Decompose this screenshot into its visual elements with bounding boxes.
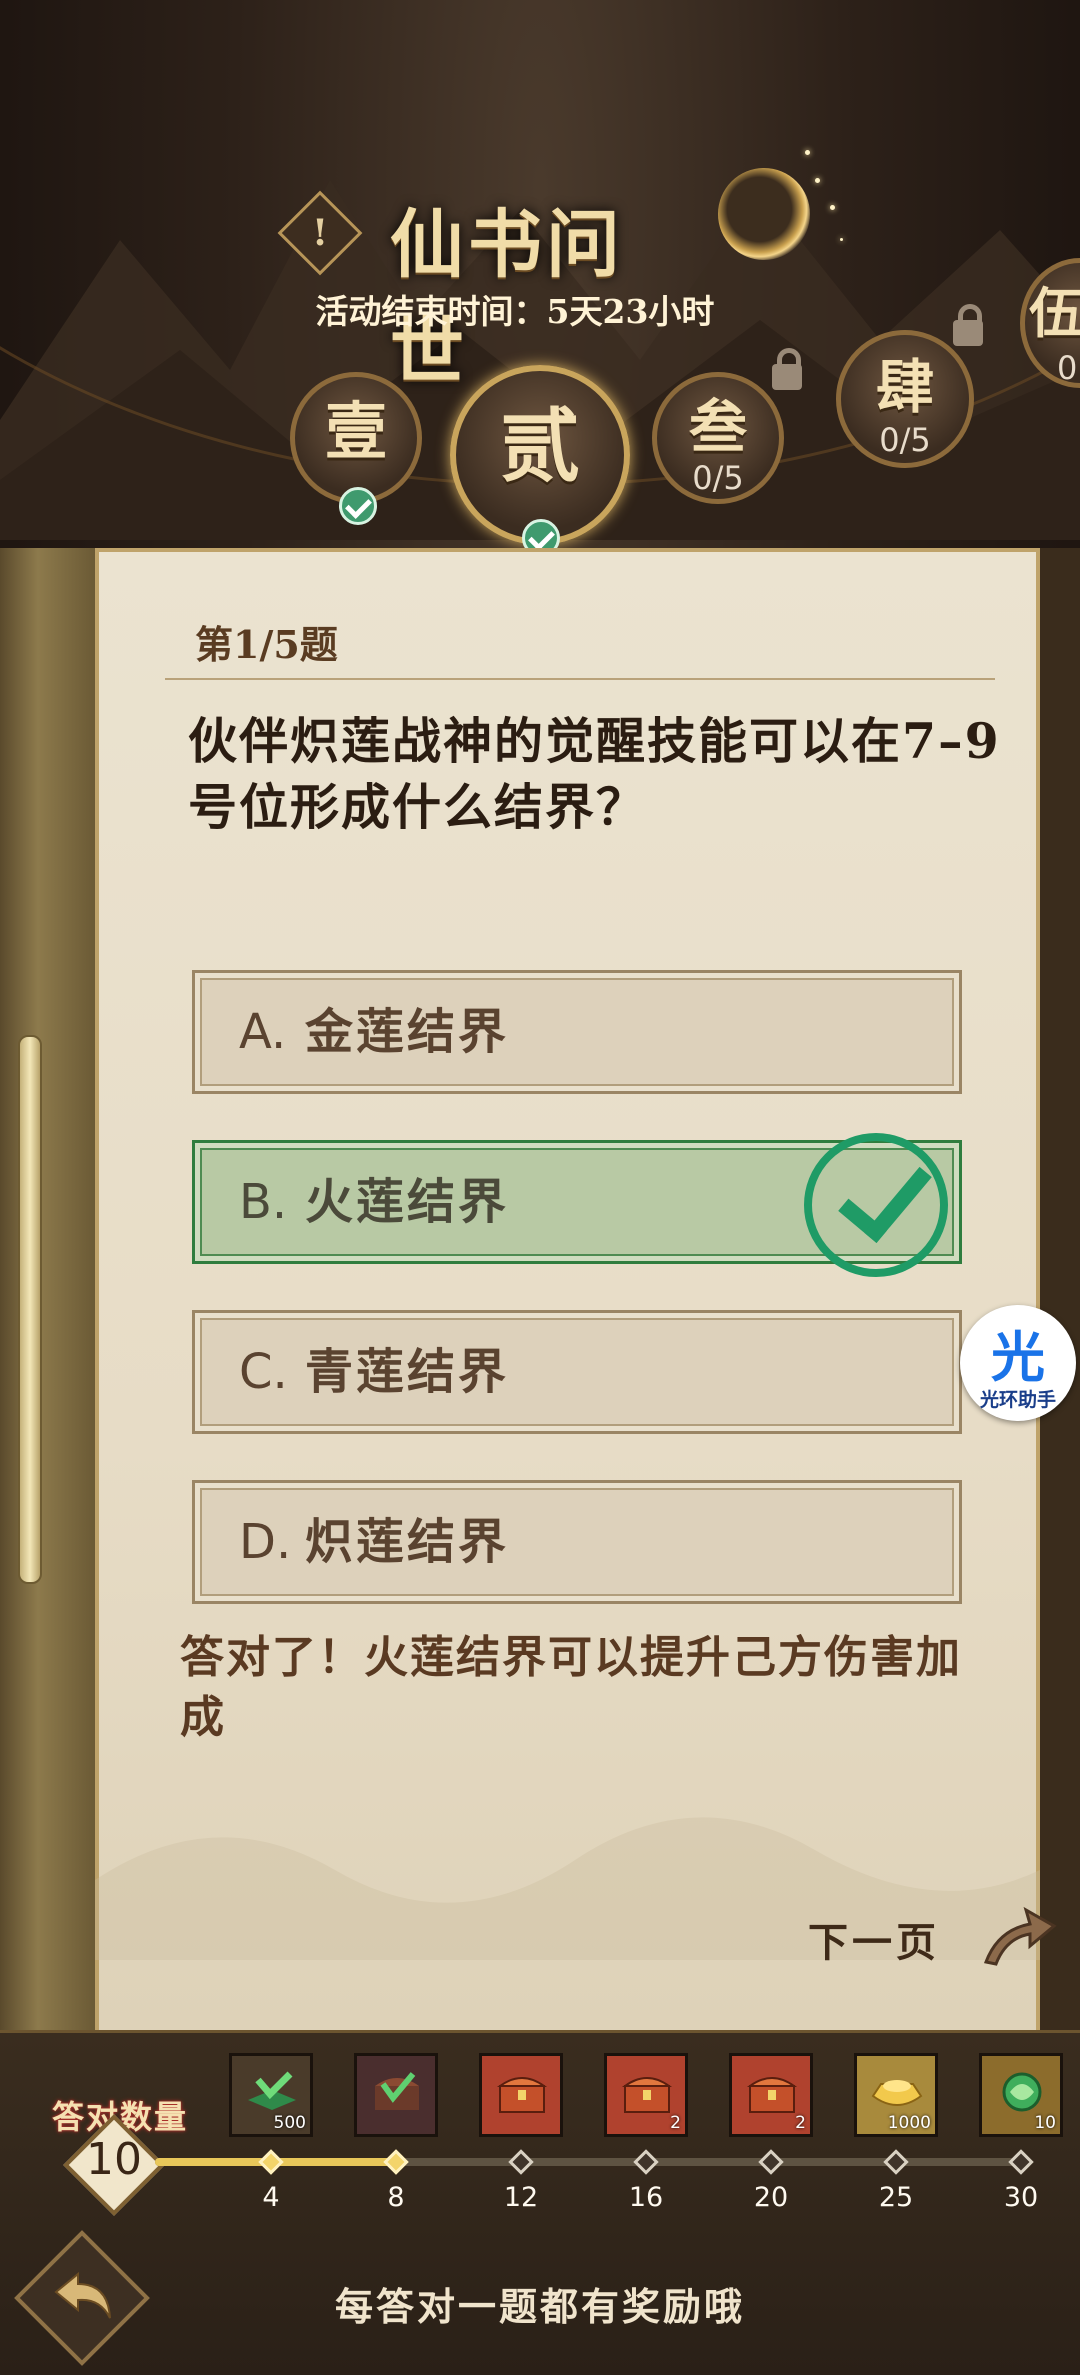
- reward-item[interactable]: 500: [229, 2053, 313, 2137]
- helper-label: 光环助手: [979, 1389, 1056, 1411]
- answer-explanation: 答对了！火莲结界可以提升己方伤害加成: [180, 1632, 962, 1743]
- lock-icon: [953, 304, 983, 346]
- check-badge-icon: [339, 487, 377, 525]
- countdown-label: 活动结束时间：: [315, 292, 547, 331]
- gold-ingot-icon: [869, 2070, 925, 2114]
- option-letter: C.: [239, 1344, 288, 1400]
- milestone-label: 4: [262, 2182, 280, 2213]
- sparkle-icon: [815, 178, 820, 183]
- chapter-label: 伍: [1029, 281, 1080, 345]
- curved-arrow-icon: [983, 1906, 1057, 1966]
- chapter-label: 贰: [500, 399, 580, 493]
- option-text: 金莲结界: [305, 1004, 510, 1060]
- option-letter: B.: [239, 1174, 288, 1230]
- chapter-progress: 0/5: [692, 459, 744, 497]
- milestone-label: 8: [387, 2182, 405, 2213]
- reward-item[interactable]: [479, 2053, 563, 2137]
- chapter-progress: 0: [1057, 349, 1078, 387]
- green-chest-icon: [369, 2070, 425, 2114]
- option-letter: D.: [239, 1514, 292, 1570]
- reward-quantity: 10: [1034, 2113, 1056, 2133]
- helper-logo-icon: 光: [991, 1325, 1045, 1389]
- scroll-handle[interactable]: [18, 1035, 42, 1584]
- reward-quantity: 2: [670, 2113, 681, 2133]
- milestone-label: 20: [753, 2182, 789, 2213]
- lock-icon: [772, 348, 802, 390]
- jade-orb-icon: [994, 2070, 1050, 2114]
- sparkle-icon: [805, 150, 810, 155]
- option-text: 青莲结界: [305, 1344, 510, 1400]
- chapter-progress: 0/5: [879, 421, 931, 459]
- milestone-label: 16: [628, 2182, 664, 2213]
- green-book-icon: [244, 2070, 300, 2114]
- sparkle-icon: [840, 238, 843, 241]
- panel-edge: [1040, 548, 1080, 2038]
- red-chest-icon: [494, 2070, 550, 2114]
- milestone-label: 25: [878, 2182, 914, 2213]
- chapter-tab-4[interactable]: 肆 0/5: [836, 330, 974, 468]
- quiz-screen: ! 仙书问世 活动结束时间：5天23小时 壹 贰 叁 0/5 肆 0/5 伍 0…: [0, 0, 1080, 2375]
- scroll-rod: [0, 548, 99, 2038]
- option-text: 炽莲结界: [305, 1514, 510, 1570]
- moon-icon: [718, 168, 810, 260]
- reward-item[interactable]: 2: [729, 2053, 813, 2137]
- option-letter: A.: [239, 1004, 287, 1060]
- milestone-label: 30: [1003, 2182, 1039, 2213]
- next-page-button[interactable]: 下一页: [808, 1906, 1057, 1970]
- reward-hint-text: 每答对一题都有奖励哦: [334, 2284, 745, 2329]
- reward-quantity: 500: [273, 2113, 306, 2133]
- option-c[interactable]: C. 青莲结界: [192, 1310, 962, 1434]
- reward-item[interactable]: [354, 2053, 438, 2137]
- sparkle-icon: [830, 205, 835, 210]
- correct-count-value: 10: [86, 2134, 142, 2185]
- question-text: 伙伴炽莲战神的觉醒技能可以在7–9号位形成什么结界？: [188, 712, 1001, 836]
- chapter-tab-2[interactable]: 贰: [450, 365, 630, 557]
- red-chest-icon: [744, 2070, 800, 2114]
- next-page-label: 下一页: [808, 1919, 940, 1966]
- reward-item[interactable]: 10: [979, 2053, 1063, 2137]
- chapter-tab-3[interactable]: 叁 0/5: [652, 372, 784, 504]
- reward-item[interactable]: 2: [604, 2053, 688, 2137]
- option-d[interactable]: D. 炽莲结界: [192, 1480, 962, 1604]
- question-number: 第1/5题: [195, 622, 338, 667]
- red-chest-icon: [619, 2070, 675, 2114]
- divider: [165, 678, 995, 680]
- option-text: 火莲结界: [305, 1174, 510, 1230]
- reward-quantity: 2: [795, 2113, 806, 2133]
- correct-check-icon: [804, 1133, 948, 1277]
- option-a[interactable]: A. 金莲结界: [192, 970, 962, 1094]
- event-countdown: 活动结束时间：5天23小时: [0, 285, 1080, 333]
- reward-quantity: 1000: [887, 2113, 931, 2133]
- milestone-label: 12: [503, 2182, 539, 2213]
- reward-item[interactable]: 1000: [854, 2053, 938, 2137]
- chapter-tab-1[interactable]: 壹: [290, 372, 422, 525]
- chapter-tab-5[interactable]: 伍 0: [1020, 258, 1080, 388]
- chapter-label: 壹: [324, 395, 387, 468]
- countdown-value: 5天23小时: [546, 292, 715, 331]
- helper-app-button[interactable]: 光 光环助手: [960, 1305, 1076, 1421]
